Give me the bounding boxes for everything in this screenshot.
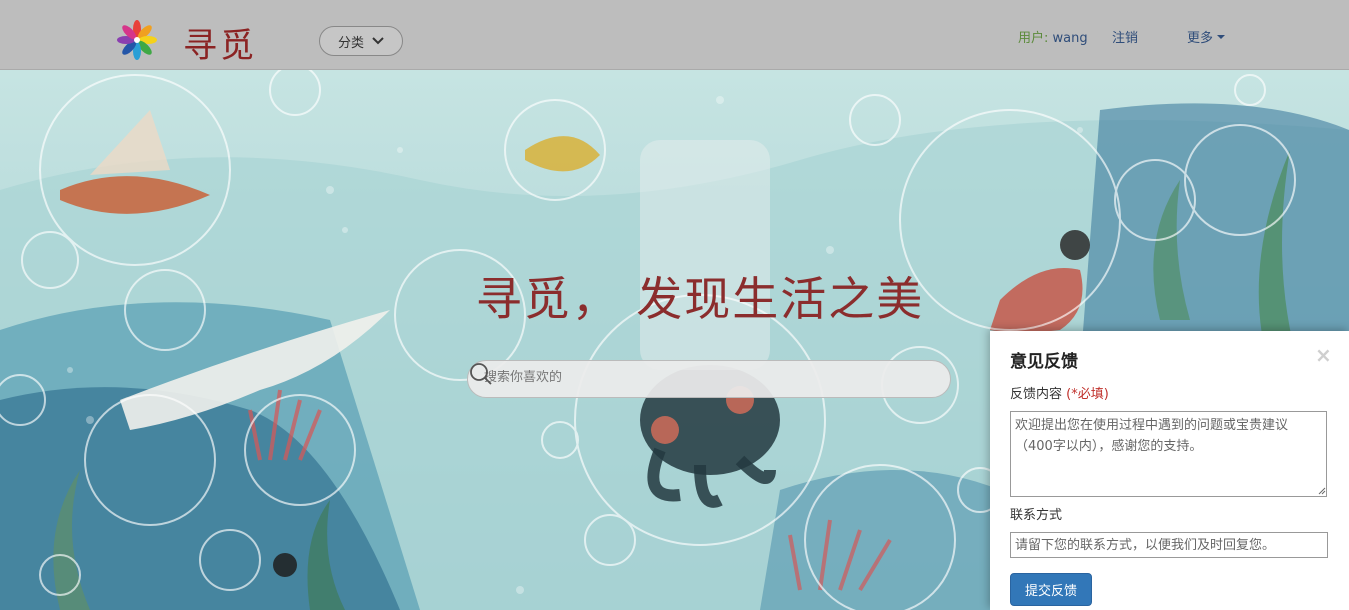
search-input[interactable] — [484, 370, 904, 385]
contact-input[interactable] — [1010, 532, 1328, 558]
required-marker: (*必填) — [1066, 387, 1109, 402]
content-label-text: 反馈内容 — [1010, 387, 1063, 402]
user-info: 用户: wang — [1018, 27, 1088, 46]
resize-grip-icon[interactable] — [1318, 487, 1326, 495]
more-label: 更多 — [1187, 31, 1214, 46]
submit-feedback-button[interactable]: 提交反馈 — [1010, 573, 1092, 606]
logo-text[interactable]: 寻觅 — [183, 18, 257, 67]
logout-link[interactable]: 注销 — [1112, 27, 1138, 46]
caret-down-icon — [1217, 34, 1226, 39]
user-name-link[interactable]: wang — [1053, 31, 1088, 46]
user-label: 用户: — [1018, 31, 1049, 46]
search-icon[interactable] — [468, 361, 494, 387]
feedback-panel: 意见反馈 × 反馈内容 (*必填) 联系方式 提交反馈 — [990, 331, 1349, 610]
search-bar — [467, 360, 951, 398]
flower-logo-icon[interactable] — [117, 20, 157, 60]
close-icon[interactable]: × — [1315, 343, 1332, 367]
feedback-content-textarea[interactable] — [1010, 411, 1327, 497]
top-navbar: 寻觅 分类 用户: wang 注销 更多 — [0, 0, 1349, 70]
feedback-content-label: 反馈内容 (*必填) — [1010, 383, 1109, 402]
category-label: 分类 — [337, 35, 364, 51]
category-dropdown-button[interactable]: 分类 — [319, 26, 403, 56]
hero-title: 寻觅， 发现生活之美 — [475, 272, 925, 326]
chevron-down-icon — [372, 37, 384, 45]
more-dropdown[interactable]: 更多 — [1187, 27, 1226, 46]
feedback-title: 意见反馈 — [1010, 352, 1078, 372]
contact-label: 联系方式 — [1010, 508, 1063, 523]
